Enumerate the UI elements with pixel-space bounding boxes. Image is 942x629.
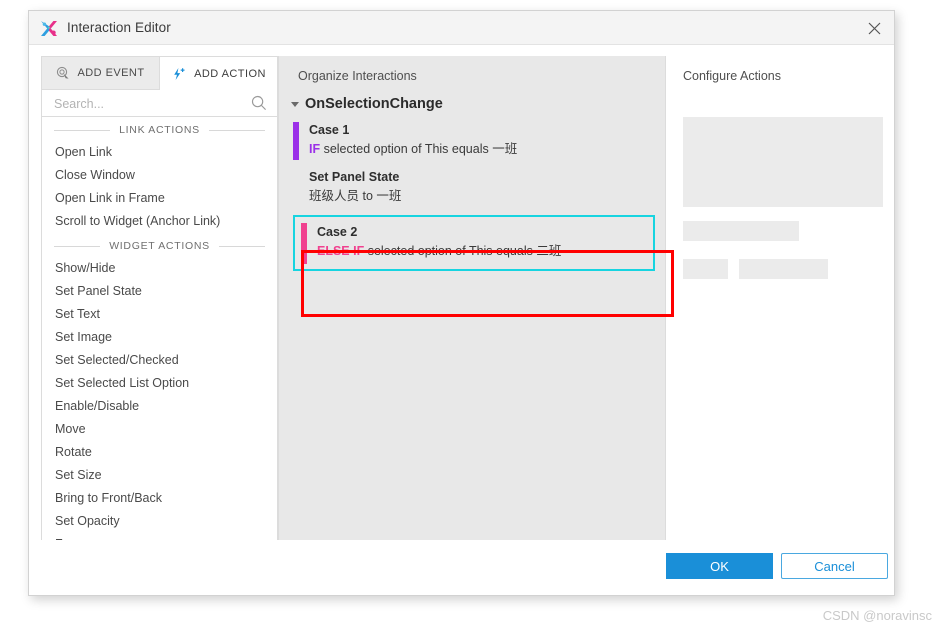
- case-2-keyword: ELSE IF: [317, 244, 365, 258]
- action-item-set-panel-state[interactable]: Set Panel State: [42, 280, 277, 303]
- search-icon[interactable]: [251, 95, 267, 116]
- case-1-action-detail: 班级人员 to 一班: [309, 189, 402, 203]
- search-row: [42, 90, 277, 117]
- dialog-title-bar: Interaction Editor: [29, 11, 894, 45]
- action-item-set-text[interactable]: Set Text: [42, 303, 277, 326]
- group-heading-link-actions: LINK ACTIONS: [42, 119, 277, 141]
- action-item-close-window[interactable]: Close Window: [42, 164, 277, 187]
- action-item-move[interactable]: Move: [42, 418, 277, 441]
- action-item-set-selected-checked[interactable]: Set Selected/Checked: [42, 349, 277, 372]
- case-1-keyword: IF: [309, 142, 321, 156]
- action-item-set-image[interactable]: Set Image: [42, 326, 277, 349]
- cursor-target-icon: [56, 66, 70, 80]
- action-item-set-opacity[interactable]: Set Opacity: [42, 510, 277, 533]
- cancel-button[interactable]: Cancel: [781, 553, 888, 579]
- actions-panel: ADD EVENT ADD ACTION Search... LINK ACTI…: [41, 56, 278, 542]
- dialog-body: ADD EVENT ADD ACTION Search... LINK ACTI…: [29, 45, 894, 542]
- case-1-title: Case 1: [309, 123, 350, 137]
- action-item-bring-to-front-back[interactable]: Bring to Front/Back: [42, 487, 277, 510]
- case-1-action-title: Set Panel State: [309, 170, 400, 184]
- axure-x-logo-icon: [39, 19, 59, 38]
- event-node-onselectionchange[interactable]: OnSelectionChange: [279, 96, 665, 112]
- placeholder-small-block: [683, 259, 728, 279]
- dialog-footer: OK Cancel: [29, 540, 894, 595]
- case-2-condition-text: selected option of This equals 二班: [364, 244, 562, 258]
- configure-actions-heading: Configure Actions: [683, 69, 781, 83]
- csdn-watermark: CSDN @noravinsc: [822, 608, 932, 623]
- panel-tabs: ADD EVENT ADD ACTION: [42, 57, 277, 90]
- action-list[interactable]: LINK ACTIONS Open Link Close Window Open…: [42, 117, 277, 542]
- page-title: Interaction Editor: [67, 20, 171, 35]
- screenshot-root: Interaction Editor ADD EVENT ADD ACTION …: [0, 0, 942, 629]
- lightning-plus-icon: [172, 67, 187, 81]
- action-item-set-size[interactable]: Set Size: [42, 464, 277, 487]
- ok-button[interactable]: OK: [666, 553, 773, 579]
- group-heading-widget-actions: WIDGET ACTIONS: [42, 235, 277, 257]
- action-item-open-link-in-frame[interactable]: Open Link in Frame: [42, 187, 277, 210]
- case-2-condition: ELSE IF selected option of This equals 二…: [317, 241, 653, 261]
- case-2-title: Case 2: [317, 225, 358, 239]
- tab-add-event-label: ADD EVENT: [77, 67, 145, 79]
- search-input[interactable]: [52, 90, 242, 117]
- tab-add-action-label: ADD ACTION: [194, 67, 266, 80]
- case-2-block[interactable]: Case 2 ELSE IF selected option of This e…: [293, 215, 655, 271]
- case-1-condition-text: selected option of This equals 一班: [320, 142, 518, 156]
- event-node-label: OnSelectionChange: [305, 96, 443, 112]
- case-1-color-bar: [293, 122, 299, 160]
- chevron-down-icon[interactable]: [291, 101, 299, 107]
- action-item-enable-disable[interactable]: Enable/Disable: [42, 395, 277, 418]
- interactions-tree: OnSelectionChange Case 1 IF selected opt…: [279, 96, 665, 271]
- close-icon[interactable]: [860, 15, 888, 41]
- placeholder-large-block: [683, 117, 883, 207]
- tab-add-event[interactable]: ADD EVENT: [42, 57, 160, 90]
- configure-actions-panel: Configure Actions: [666, 56, 884, 542]
- organize-interactions-heading: Organize Interactions: [298, 69, 417, 83]
- placeholder-field-block: [683, 221, 799, 241]
- case-2-color-bar: [301, 223, 307, 264]
- action-item-open-link[interactable]: Open Link: [42, 141, 277, 164]
- placeholder-medium-block: [739, 259, 828, 279]
- action-item-show-hide[interactable]: Show/Hide: [42, 257, 277, 280]
- action-item-set-selected-list-option[interactable]: Set Selected List Option: [42, 372, 277, 395]
- organize-interactions-panel: Organize Interactions OnSelectionChange …: [278, 56, 666, 542]
- case-1-block[interactable]: Case 1 IF selected option of This equals…: [279, 121, 665, 160]
- case-1-condition: IF selected option of This equals 一班: [309, 139, 665, 159]
- tab-add-action[interactable]: ADD ACTION: [160, 57, 277, 90]
- action-item-scroll-to-widget[interactable]: Scroll to Widget (Anchor Link): [42, 210, 277, 233]
- action-item-rotate[interactable]: Rotate: [42, 441, 277, 464]
- interaction-editor-dialog: Interaction Editor ADD EVENT ADD ACTION …: [28, 10, 895, 596]
